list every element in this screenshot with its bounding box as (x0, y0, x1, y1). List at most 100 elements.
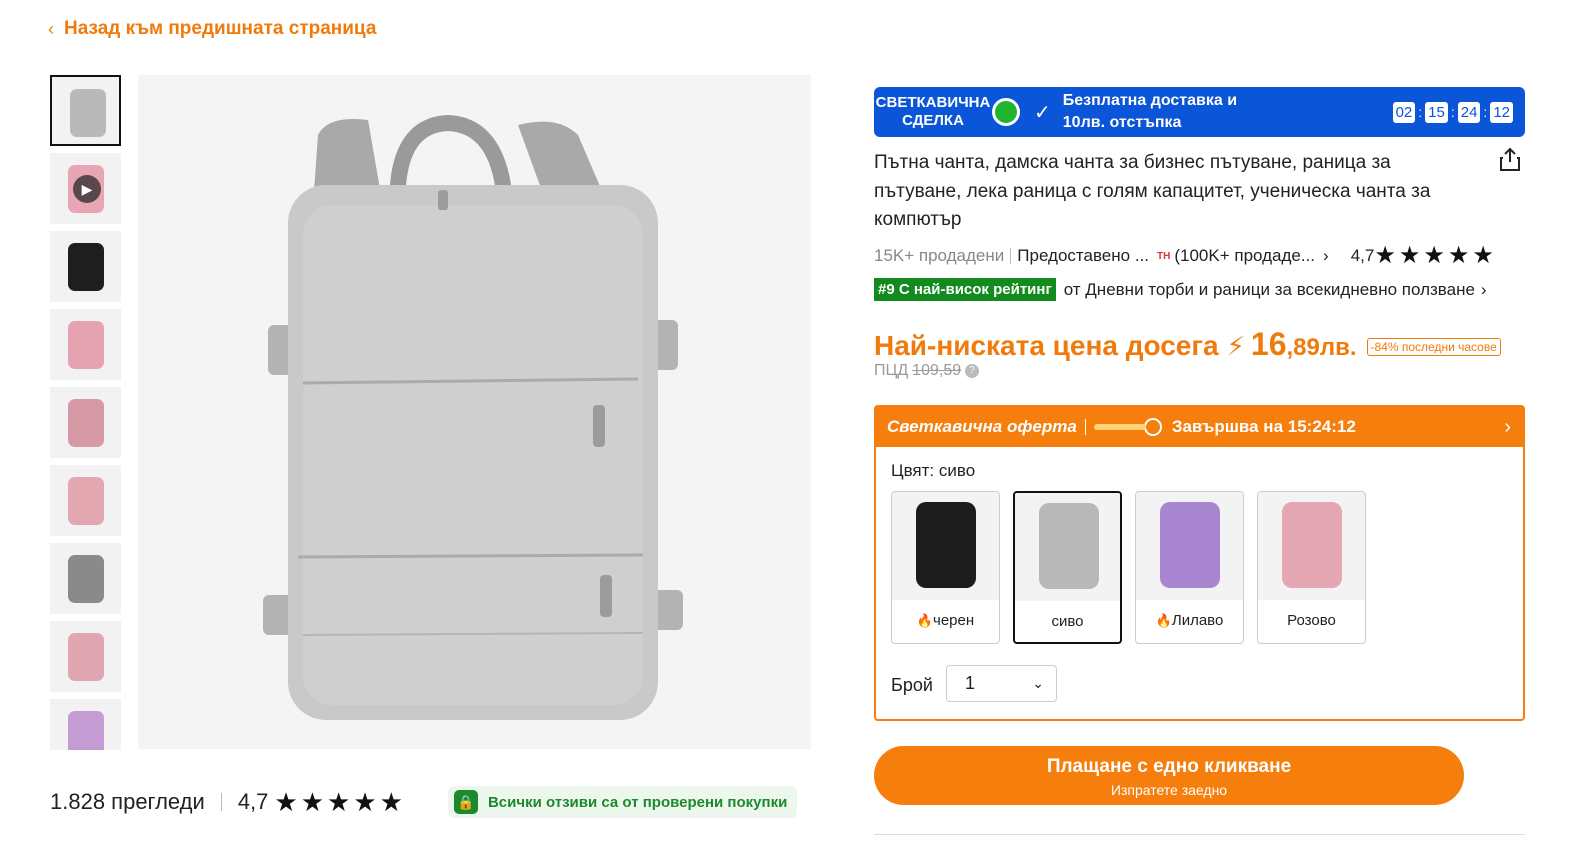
thumbnail[interactable] (50, 387, 121, 458)
flash-title-line1: СВЕТКАВИЧНА (875, 94, 991, 111)
backpack-swatch-image (1039, 503, 1099, 589)
chevron-right-icon[interactable]: › (1323, 246, 1329, 266)
back-link-label: Назад към предишната страница (64, 18, 377, 39)
swatch-image (1258, 492, 1365, 600)
thumbnail[interactable] (50, 231, 121, 302)
rank-row[interactable]: #9 С най-висок рейтинг от Дневни торби и… (874, 278, 1487, 301)
seam (297, 553, 644, 559)
swatch-grey[interactable]: сиво (1013, 491, 1122, 644)
swatch-image (892, 492, 999, 600)
star-half-icon: ★ (1472, 242, 1494, 269)
help-icon[interactable]: ? (965, 364, 980, 378)
divider (220, 793, 222, 811)
product-title: Пътна чанта, дамска чанта за бизнес пъту… (874, 152, 1431, 230)
swatch-caption: 🔥черен (892, 612, 999, 629)
fire-icon: 🔥 (1155, 613, 1172, 628)
swatch-caption: Розово (1258, 612, 1365, 629)
thumbnail-strip[interactable]: ▶ (50, 75, 122, 750)
discount-badge: -84% последни часове (1366, 338, 1501, 356)
product-rating: 4,7 (1350, 246, 1375, 265)
back-link[interactable]: ‹ Назад към предишната страница (48, 18, 376, 40)
reviews-count[interactable]: 1.828 прегледи (50, 789, 205, 815)
verified-text: Всички отзиви са от проверени покупки (487, 793, 788, 811)
timer-days: 02 (1392, 101, 1416, 123)
divider (874, 834, 1525, 835)
swatch-image (1015, 493, 1120, 601)
zipper-pull (593, 405, 605, 447)
verified-badge: 🔒 Всички отзиви са от проверени покупки (447, 786, 798, 818)
star-icon: ★ (1374, 242, 1396, 269)
offer-progress-bar (1093, 424, 1146, 430)
backpack-thumb-image (68, 399, 104, 447)
thumbnail[interactable] (50, 621, 121, 692)
swatch-label: Розово (1287, 612, 1336, 629)
timer-hours: 15 (1425, 101, 1448, 123)
backpack-front (303, 205, 643, 705)
swatch-caption: 🔥Лилаво (1136, 612, 1243, 629)
star-icon: ★ (274, 787, 298, 817)
rrp-value: 109,59 (912, 362, 962, 379)
flash-text-line2: 10лв. отстъпка (1062, 114, 1182, 131)
share-icon[interactable] (1497, 146, 1523, 172)
star-icon: ★ (300, 787, 325, 817)
backpack-thumb-image (68, 321, 104, 369)
backpack-thumb-image (68, 633, 104, 681)
top-handle (390, 114, 511, 193)
backpack-thumb-image (70, 89, 106, 137)
star-icon: ★ (353, 787, 377, 817)
flash-text-line1: Безплатна доставка и (1062, 92, 1238, 109)
divider (1010, 248, 1012, 264)
provided-by[interactable]: Предоставено ... (1017, 246, 1149, 266)
chevron-right-icon[interactable]: › (1504, 416, 1511, 439)
star-icon: ★ (327, 787, 351, 817)
flash-deal-logo-icon (992, 98, 1020, 126)
backpack-thumb-image (68, 711, 104, 750)
swatch-image (1136, 492, 1243, 600)
backpack-thumb-image (68, 243, 104, 291)
one-click-pay-button[interactable]: Плащане с едно кликване Изпратете заедно (874, 746, 1464, 805)
reviews-summary: 1.828 прегледи 4,7 ★ ★ ★ ★ ★ 🔒 Всички от… (50, 786, 798, 818)
color-label: Цвят: сиво (891, 461, 976, 480)
play-icon: ▶ (73, 175, 101, 203)
flash-deal-text: Безплатна доставка и 10лв. отстъпка (1063, 90, 1283, 134)
thumbnail[interactable] (50, 75, 121, 146)
backpack-illustration (263, 114, 683, 720)
product-rating-stars[interactable]: ★ ★ ★ ★ ★ (1374, 244, 1494, 268)
thumbnail-video[interactable]: ▶ (50, 153, 121, 224)
backpack-swatch-image (916, 502, 976, 588)
product-meta: 15K+ продадени Предоставено ... TH (100K… (874, 244, 1524, 268)
price-cents: ,89лв. (1286, 334, 1357, 361)
flash-deal-title: СВЕТКАВИЧНА СДЕЛКА (874, 94, 992, 130)
thumbnail[interactable] (50, 699, 121, 750)
quantity-label: Брой (891, 675, 933, 695)
flash-deal-banner[interactable]: СВЕТКАВИЧНА СДЕЛКА ✓ Безплатна доставка … (874, 87, 1525, 137)
swatch-label: Лилаво (1171, 612, 1224, 629)
flash-title-line2: СДЕЛКА (902, 112, 964, 129)
quantity-value: 1 (965, 673, 976, 693)
price-label: Най-ниската цена досега (874, 330, 1219, 361)
backpack-swatch-image (1282, 502, 1342, 588)
quantity-select[interactable]: 1 ⌄ (946, 665, 1057, 702)
swatch-pink[interactable]: Розово (1257, 491, 1366, 644)
swatch-purple[interactable]: 🔥Лилаво (1135, 491, 1244, 644)
backpack-swatch-image (1160, 502, 1220, 588)
store-badge: TH (1157, 250, 1171, 262)
flash-offer-header[interactable]: Светкавична оферта Завършва на 15:24:12 … (876, 407, 1523, 447)
rrp-label: ПЦД (874, 362, 909, 379)
rrp-row: ПЦД 109,59 ? (874, 362, 980, 380)
swatch-caption: сиво (1015, 613, 1120, 630)
main-product-image[interactable] (138, 75, 811, 749)
thumbnail[interactable] (50, 309, 121, 380)
chevron-right-icon: › (1480, 279, 1487, 299)
lightning-icon: ⚡ (1226, 331, 1245, 361)
price-main: 16 (1250, 326, 1287, 362)
pay-button-sub: Изпратете заедно (1110, 782, 1228, 798)
swatch-black[interactable]: 🔥черен (891, 491, 1000, 644)
thumbnail[interactable] (50, 465, 121, 536)
star-icon: ★ (1423, 242, 1445, 269)
color-swatches: 🔥черен сиво 🔥Лилаво Розово (891, 491, 1366, 644)
store-sold[interactable]: (100K+ продаде... (1174, 246, 1315, 266)
rating-stars: ★ ★ ★ ★ ★ (274, 789, 403, 815)
thumbnail[interactable] (50, 543, 121, 614)
pay-button-label: Плащане с едно кликване (1046, 756, 1292, 777)
